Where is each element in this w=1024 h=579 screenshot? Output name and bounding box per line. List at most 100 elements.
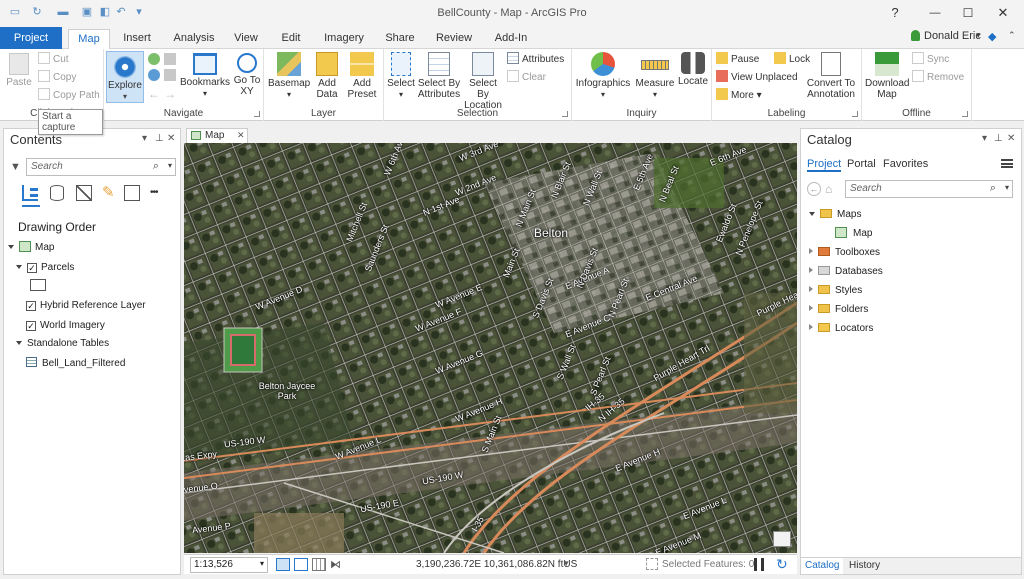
add-data-button[interactable]: Add Data bbox=[312, 52, 342, 100]
home-icon[interactable]: ⌂ bbox=[825, 182, 832, 196]
catalog-item-locators[interactable]: Locators bbox=[809, 322, 873, 336]
view-unplaced-button[interactable]: View Unplaced bbox=[716, 70, 798, 86]
next-extent-icon[interactable]: → bbox=[164, 87, 176, 101]
cut-button[interactable]: Cut bbox=[38, 52, 69, 68]
filter-icon[interactable]: ▼ bbox=[10, 161, 21, 173]
refresh-icon[interactable]: ↻ bbox=[776, 556, 788, 573]
tab-review[interactable]: Review bbox=[430, 29, 478, 49]
table-bell-land-filtered[interactable]: Bell_Land_Filtered bbox=[26, 357, 125, 371]
expand-icon[interactable] bbox=[809, 324, 813, 330]
layer-parcels[interactable]: ✓ Parcels bbox=[16, 261, 74, 275]
catalog-item-folders[interactable]: Folders bbox=[809, 303, 868, 317]
remove-offline-button[interactable]: Remove bbox=[912, 70, 964, 86]
clear-selection-button[interactable]: Clear bbox=[507, 70, 546, 86]
select-by-location-button[interactable]: Select By Location bbox=[462, 52, 504, 111]
infographics-button[interactable]: Infographics ▾ bbox=[574, 52, 632, 100]
catalog-item-databases[interactable]: Databases bbox=[809, 265, 883, 279]
layer-map[interactable]: Map bbox=[8, 241, 54, 255]
labeling-expand-icon[interactable] bbox=[852, 111, 858, 117]
scale-selector[interactable]: 1:13,526 ▾ bbox=[190, 557, 268, 573]
expand-icon[interactable] bbox=[16, 341, 22, 345]
bookmarks-button[interactable]: Bookmarks ▾ bbox=[178, 53, 232, 99]
minimize-button[interactable]: — bbox=[920, 4, 950, 22]
layer-hybrid-reference[interactable]: ✓ Hybrid Reference Layer bbox=[26, 299, 146, 313]
tab-view[interactable]: View bbox=[226, 29, 266, 49]
tab-add-in[interactable]: Add-In bbox=[486, 29, 536, 49]
user-menu-caret[interactable]: ▾ bbox=[976, 30, 981, 41]
search-icon[interactable]: ⌕ bbox=[153, 160, 159, 173]
contents-close-icon[interactable]: ✕ bbox=[167, 133, 175, 144]
map-view-tab[interactable]: Map ✕ bbox=[186, 128, 248, 143]
selection-expand-icon[interactable] bbox=[562, 111, 568, 117]
snapping-icon[interactable] bbox=[294, 558, 308, 571]
catalog-item-styles[interactable]: Styles bbox=[809, 284, 862, 298]
expand-icon[interactable] bbox=[809, 212, 815, 216]
expand-icon[interactable] bbox=[809, 248, 813, 254]
tab-edit[interactable]: Edit bbox=[272, 29, 310, 49]
tab-insert[interactable]: Insert bbox=[116, 29, 158, 49]
catalog-item-toolboxes[interactable]: Toolboxes bbox=[809, 246, 880, 260]
catalog-tab-portal[interactable]: Portal bbox=[847, 158, 876, 170]
select-button[interactable]: Select ▾ bbox=[386, 52, 416, 100]
list-by-editing-icon[interactable]: ✎ bbox=[102, 183, 115, 201]
attributes-button[interactable]: Attributes bbox=[507, 52, 564, 68]
catalog-tab-project[interactable]: Project bbox=[807, 158, 842, 172]
previous-extent-icon[interactable]: ← bbox=[148, 87, 160, 101]
more-labeling-button[interactable]: More ▾ bbox=[716, 88, 762, 104]
contents-menu-icon[interactable]: ▾ bbox=[142, 133, 147, 144]
full-extent-icon[interactable] bbox=[148, 53, 160, 65]
map-view[interactable]: W 2nd Ave N 1st Ave Belton W Avenue D W … bbox=[184, 143, 797, 553]
search-options-icon[interactable]: ▾ bbox=[168, 161, 172, 170]
coordinate-dropdown-icon[interactable]: ▾ bbox=[564, 558, 569, 569]
standalone-tables-group[interactable]: Standalone Tables bbox=[16, 337, 109, 351]
bottom-tab-history[interactable]: History bbox=[845, 558, 884, 573]
pause-labeling-button[interactable]: Pause bbox=[716, 52, 759, 68]
catalog-item-maps[interactable]: Maps bbox=[809, 208, 861, 222]
navigate-expand-icon[interactable] bbox=[254, 111, 260, 117]
expand-icon[interactable] bbox=[809, 267, 813, 273]
tab-imagery[interactable]: Imagery bbox=[318, 29, 370, 49]
tab-share[interactable]: Share bbox=[378, 29, 422, 49]
select-by-attributes-button[interactable]: Select By Attributes bbox=[416, 52, 462, 100]
bottom-tab-catalog[interactable]: Catalog bbox=[801, 558, 844, 574]
list-by-data-source-icon[interactable] bbox=[50, 185, 64, 201]
catalog-close-icon[interactable]: ✕ bbox=[1007, 133, 1015, 144]
map-notes-icon[interactable] bbox=[773, 531, 791, 547]
convert-to-annotation-button[interactable]: Convert To Annotation bbox=[802, 52, 860, 100]
ribbon-collapse-icon[interactable]: ⌃ bbox=[1008, 30, 1016, 41]
close-button[interactable]: ✕ bbox=[988, 4, 1018, 22]
tab-project[interactable]: Project bbox=[0, 27, 62, 49]
catalog-item-map[interactable]: Map bbox=[835, 227, 872, 241]
catalog-menu-icon[interactable]: ▾ bbox=[982, 133, 987, 144]
catalog-pin-icon[interactable]: ⊥ bbox=[994, 133, 1003, 144]
measure-button[interactable]: Measure ▾ bbox=[634, 52, 676, 100]
layer-world-imagery[interactable]: ✓ World Imagery bbox=[26, 319, 105, 333]
constraint-icon[interactable]: ⧑ bbox=[330, 558, 341, 571]
offline-expand-icon[interactable] bbox=[962, 111, 968, 117]
explore-button[interactable]: Explore ▾ bbox=[106, 51, 144, 103]
hybrid-reference-checkbox[interactable]: ✓ bbox=[26, 301, 36, 311]
catalog-tab-favorites[interactable]: Favorites bbox=[883, 158, 928, 170]
maximize-button[interactable]: ☐ bbox=[953, 4, 983, 22]
add-preset-button[interactable]: Add Preset bbox=[344, 52, 380, 100]
user-name[interactable]: Donald Eric bbox=[924, 30, 981, 42]
grid-snap-icon[interactable] bbox=[276, 558, 290, 571]
paste-button[interactable]: Paste bbox=[4, 53, 34, 88]
list-by-drawing-order-icon[interactable] bbox=[22, 185, 38, 201]
sync-button[interactable]: Sync bbox=[912, 52, 949, 68]
expand-icon[interactable] bbox=[809, 305, 813, 311]
map-tab-close-icon[interactable]: ✕ bbox=[237, 130, 245, 141]
tab-map[interactable]: Map bbox=[68, 29, 110, 50]
parcels-checkbox[interactable]: ✓ bbox=[27, 263, 37, 273]
catalog-search-input[interactable]: Search ⌕ ▾ bbox=[845, 180, 1013, 198]
expand-icon[interactable] bbox=[809, 286, 813, 292]
grid-icon[interactable] bbox=[312, 558, 326, 571]
catalog-search-options-icon[interactable]: ▾ bbox=[1005, 183, 1009, 192]
contents-search-input[interactable]: Search ⌕ ▾ bbox=[26, 158, 176, 176]
parcels-symbol-swatch[interactable] bbox=[30, 279, 46, 291]
basemap-button[interactable]: Basemap ▾ bbox=[268, 52, 310, 100]
list-by-selection-icon[interactable] bbox=[76, 185, 92, 201]
help-icon[interactable]: ? bbox=[880, 4, 910, 22]
locate-button[interactable]: Locate bbox=[676, 52, 710, 87]
expand-icon[interactable] bbox=[8, 245, 14, 249]
